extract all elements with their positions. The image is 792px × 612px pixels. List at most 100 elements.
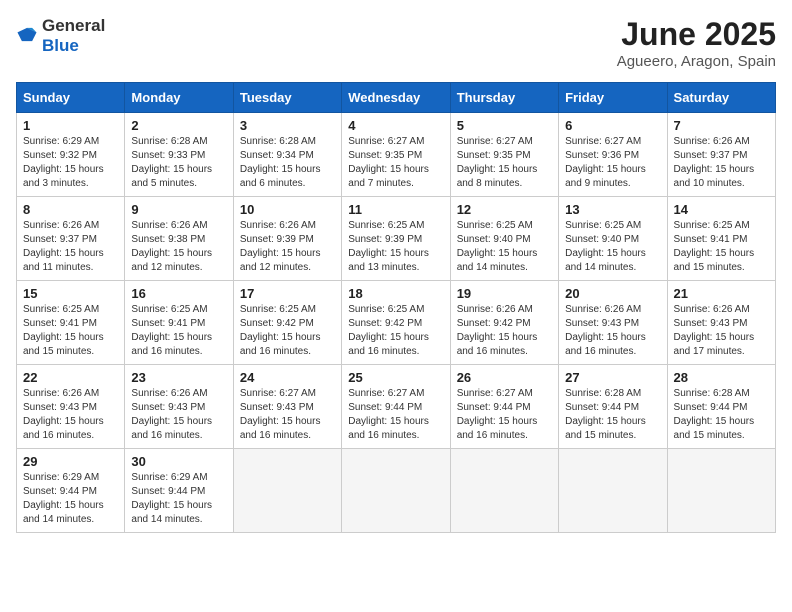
table-row: 15 Sunrise: 6:25 AM Sunset: 9:41 PM Dayl… xyxy=(17,281,125,365)
calendar-week-row: 8 Sunrise: 6:26 AM Sunset: 9:37 PM Dayli… xyxy=(17,197,776,281)
day-number: 2 xyxy=(131,118,226,133)
table-row: 30 Sunrise: 6:29 AM Sunset: 9:44 PM Dayl… xyxy=(125,449,233,533)
empty-cell xyxy=(559,449,667,533)
day-info: Sunrise: 6:27 AM Sunset: 9:35 PM Dayligh… xyxy=(457,135,552,191)
table-row: 21 Sunrise: 6:26 AM Sunset: 9:43 PM Dayl… xyxy=(667,281,775,365)
table-row: 26 Sunrise: 6:27 AM Sunset: 9:44 PM Dayl… xyxy=(450,365,558,449)
table-row: 12 Sunrise: 6:25 AM Sunset: 9:40 PM Dayl… xyxy=(450,197,558,281)
day-number: 4 xyxy=(348,118,443,133)
day-number: 11 xyxy=(348,202,443,217)
col-friday: Friday xyxy=(559,83,667,113)
calendar-week-row: 22 Sunrise: 6:26 AM Sunset: 9:43 PM Dayl… xyxy=(17,365,776,449)
table-row: 1 Sunrise: 6:29 AM Sunset: 9:32 PM Dayli… xyxy=(17,113,125,197)
table-row: 6 Sunrise: 6:27 AM Sunset: 9:36 PM Dayli… xyxy=(559,113,667,197)
calendar-week-row: 1 Sunrise: 6:29 AM Sunset: 9:32 PM Dayli… xyxy=(17,113,776,197)
day-info: Sunrise: 6:25 AM Sunset: 9:40 PM Dayligh… xyxy=(457,219,552,275)
table-row: 19 Sunrise: 6:26 AM Sunset: 9:42 PM Dayl… xyxy=(450,281,558,365)
day-info: Sunrise: 6:27 AM Sunset: 9:36 PM Dayligh… xyxy=(565,135,660,191)
table-row: 16 Sunrise: 6:25 AM Sunset: 9:41 PM Dayl… xyxy=(125,281,233,365)
col-wednesday: Wednesday xyxy=(342,83,450,113)
table-row: 9 Sunrise: 6:26 AM Sunset: 9:38 PM Dayli… xyxy=(125,197,233,281)
table-row: 3 Sunrise: 6:28 AM Sunset: 9:34 PM Dayli… xyxy=(233,113,341,197)
empty-cell xyxy=(233,449,341,533)
logo-text: General Blue xyxy=(42,16,105,56)
day-info: Sunrise: 6:26 AM Sunset: 9:38 PM Dayligh… xyxy=(131,219,226,275)
empty-cell xyxy=(342,449,450,533)
month-title: June 2025 xyxy=(617,16,776,53)
day-number: 18 xyxy=(348,286,443,301)
empty-cell xyxy=(667,449,775,533)
day-number: 3 xyxy=(240,118,335,133)
day-info: Sunrise: 6:28 AM Sunset: 9:34 PM Dayligh… xyxy=(240,135,335,191)
day-number: 19 xyxy=(457,286,552,301)
logo-blue: Blue xyxy=(42,36,79,55)
day-info: Sunrise: 6:29 AM Sunset: 9:44 PM Dayligh… xyxy=(23,471,118,527)
table-row: 18 Sunrise: 6:25 AM Sunset: 9:42 PM Dayl… xyxy=(342,281,450,365)
table-row: 28 Sunrise: 6:28 AM Sunset: 9:44 PM Dayl… xyxy=(667,365,775,449)
table-row: 22 Sunrise: 6:26 AM Sunset: 9:43 PM Dayl… xyxy=(17,365,125,449)
day-info: Sunrise: 6:26 AM Sunset: 9:37 PM Dayligh… xyxy=(674,135,769,191)
table-row: 23 Sunrise: 6:26 AM Sunset: 9:43 PM Dayl… xyxy=(125,365,233,449)
location-subtitle: Agueero, Aragon, Spain xyxy=(617,53,776,70)
day-info: Sunrise: 6:26 AM Sunset: 9:43 PM Dayligh… xyxy=(23,387,118,443)
day-info: Sunrise: 6:26 AM Sunset: 9:43 PM Dayligh… xyxy=(565,303,660,359)
day-number: 23 xyxy=(131,370,226,385)
day-info: Sunrise: 6:25 AM Sunset: 9:42 PM Dayligh… xyxy=(240,303,335,359)
day-info: Sunrise: 6:29 AM Sunset: 9:44 PM Dayligh… xyxy=(131,471,226,527)
day-info: Sunrise: 6:25 AM Sunset: 9:41 PM Dayligh… xyxy=(131,303,226,359)
col-saturday: Saturday xyxy=(667,83,775,113)
day-number: 7 xyxy=(674,118,769,133)
day-number: 5 xyxy=(457,118,552,133)
day-number: 21 xyxy=(674,286,769,301)
col-monday: Monday xyxy=(125,83,233,113)
day-info: Sunrise: 6:25 AM Sunset: 9:42 PM Dayligh… xyxy=(348,303,443,359)
table-row: 27 Sunrise: 6:28 AM Sunset: 9:44 PM Dayl… xyxy=(559,365,667,449)
table-row: 29 Sunrise: 6:29 AM Sunset: 9:44 PM Dayl… xyxy=(17,449,125,533)
table-row: 20 Sunrise: 6:26 AM Sunset: 9:43 PM Dayl… xyxy=(559,281,667,365)
day-info: Sunrise: 6:25 AM Sunset: 9:41 PM Dayligh… xyxy=(23,303,118,359)
table-row: 10 Sunrise: 6:26 AM Sunset: 9:39 PM Dayl… xyxy=(233,197,341,281)
day-info: Sunrise: 6:26 AM Sunset: 9:42 PM Dayligh… xyxy=(457,303,552,359)
table-row: 24 Sunrise: 6:27 AM Sunset: 9:43 PM Dayl… xyxy=(233,365,341,449)
day-info: Sunrise: 6:27 AM Sunset: 9:43 PM Dayligh… xyxy=(240,387,335,443)
table-row: 7 Sunrise: 6:26 AM Sunset: 9:37 PM Dayli… xyxy=(667,113,775,197)
day-number: 15 xyxy=(23,286,118,301)
day-number: 1 xyxy=(23,118,118,133)
day-info: Sunrise: 6:29 AM Sunset: 9:32 PM Dayligh… xyxy=(23,135,118,191)
day-number: 6 xyxy=(565,118,660,133)
day-info: Sunrise: 6:25 AM Sunset: 9:40 PM Dayligh… xyxy=(565,219,660,275)
day-info: Sunrise: 6:28 AM Sunset: 9:44 PM Dayligh… xyxy=(674,387,769,443)
day-info: Sunrise: 6:26 AM Sunset: 9:43 PM Dayligh… xyxy=(674,303,769,359)
col-sunday: Sunday xyxy=(17,83,125,113)
day-number: 14 xyxy=(674,202,769,217)
table-row: 13 Sunrise: 6:25 AM Sunset: 9:40 PM Dayl… xyxy=(559,197,667,281)
day-info: Sunrise: 6:26 AM Sunset: 9:43 PM Dayligh… xyxy=(131,387,226,443)
logo-icon xyxy=(16,25,38,47)
day-number: 24 xyxy=(240,370,335,385)
table-row: 17 Sunrise: 6:25 AM Sunset: 9:42 PM Dayl… xyxy=(233,281,341,365)
day-number: 12 xyxy=(457,202,552,217)
day-number: 28 xyxy=(674,370,769,385)
day-info: Sunrise: 6:28 AM Sunset: 9:33 PM Dayligh… xyxy=(131,135,226,191)
page-header: General Blue June 2025 Agueero, Aragon, … xyxy=(16,16,776,70)
day-info: Sunrise: 6:28 AM Sunset: 9:44 PM Dayligh… xyxy=(565,387,660,443)
day-info: Sunrise: 6:27 AM Sunset: 9:44 PM Dayligh… xyxy=(348,387,443,443)
day-info: Sunrise: 6:27 AM Sunset: 9:35 PM Dayligh… xyxy=(348,135,443,191)
day-number: 30 xyxy=(131,454,226,469)
day-number: 10 xyxy=(240,202,335,217)
table-row: 5 Sunrise: 6:27 AM Sunset: 9:35 PM Dayli… xyxy=(450,113,558,197)
day-number: 9 xyxy=(131,202,226,217)
day-number: 8 xyxy=(23,202,118,217)
day-number: 16 xyxy=(131,286,226,301)
day-number: 25 xyxy=(348,370,443,385)
day-number: 17 xyxy=(240,286,335,301)
table-row: 4 Sunrise: 6:27 AM Sunset: 9:35 PM Dayli… xyxy=(342,113,450,197)
day-info: Sunrise: 6:26 AM Sunset: 9:37 PM Dayligh… xyxy=(23,219,118,275)
col-tuesday: Tuesday xyxy=(233,83,341,113)
title-block: June 2025 Agueero, Aragon, Spain xyxy=(617,16,776,70)
logo: General Blue xyxy=(16,16,105,56)
day-number: 29 xyxy=(23,454,118,469)
col-thursday: Thursday xyxy=(450,83,558,113)
day-number: 13 xyxy=(565,202,660,217)
day-number: 22 xyxy=(23,370,118,385)
